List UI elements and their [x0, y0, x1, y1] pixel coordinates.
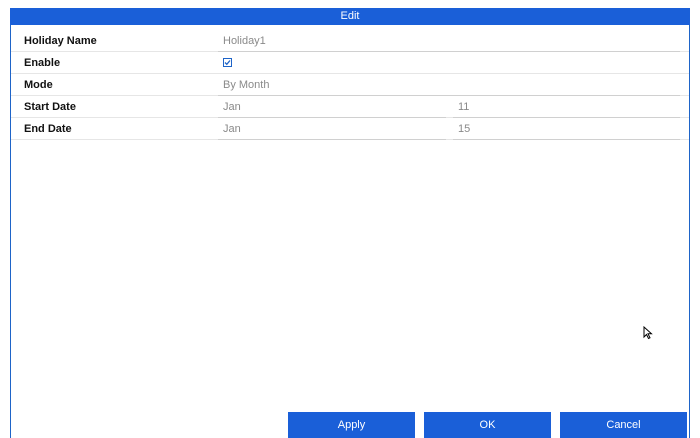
enable-checkbox[interactable] [223, 58, 232, 67]
holiday-name-input[interactable]: Holiday1 [223, 30, 266, 52]
end-day-underline [453, 139, 680, 140]
form-rows: Holiday Name Holiday1 Enable Mode By Mon… [11, 30, 689, 140]
end-date-label: End Date [24, 123, 72, 135]
mouse-pointer-icon [643, 325, 653, 340]
row-start-date: Start Date Jan 11 [11, 96, 689, 118]
end-month-underline [218, 139, 446, 140]
start-month-select[interactable]: Jan [223, 96, 241, 118]
checkmark-icon [224, 60, 231, 66]
row-end-date: End Date Jan 15 [11, 118, 689, 140]
ok-button[interactable]: OK [424, 412, 551, 438]
row-enable: Enable [11, 52, 689, 74]
row-holiday-name: Holiday Name Holiday1 [11, 30, 689, 52]
cancel-button[interactable]: Cancel [560, 412, 687, 438]
end-day-select[interactable]: 15 [458, 118, 470, 140]
enable-label: Enable [24, 57, 61, 69]
dialog-title: Edit [10, 8, 690, 25]
mode-select[interactable]: By Month [223, 74, 269, 96]
apply-button[interactable]: Apply [288, 412, 415, 438]
mode-label: Mode [24, 79, 53, 91]
start-date-label: Start Date [24, 101, 76, 113]
end-month-select[interactable]: Jan [223, 118, 241, 140]
start-day-select[interactable]: 11 [458, 96, 469, 118]
edit-dialog: Edit Holiday Name Holiday1 Enable Mode B… [10, 8, 690, 438]
holiday-name-label: Holiday Name [24, 35, 97, 47]
row-mode: Mode By Month [11, 74, 689, 96]
